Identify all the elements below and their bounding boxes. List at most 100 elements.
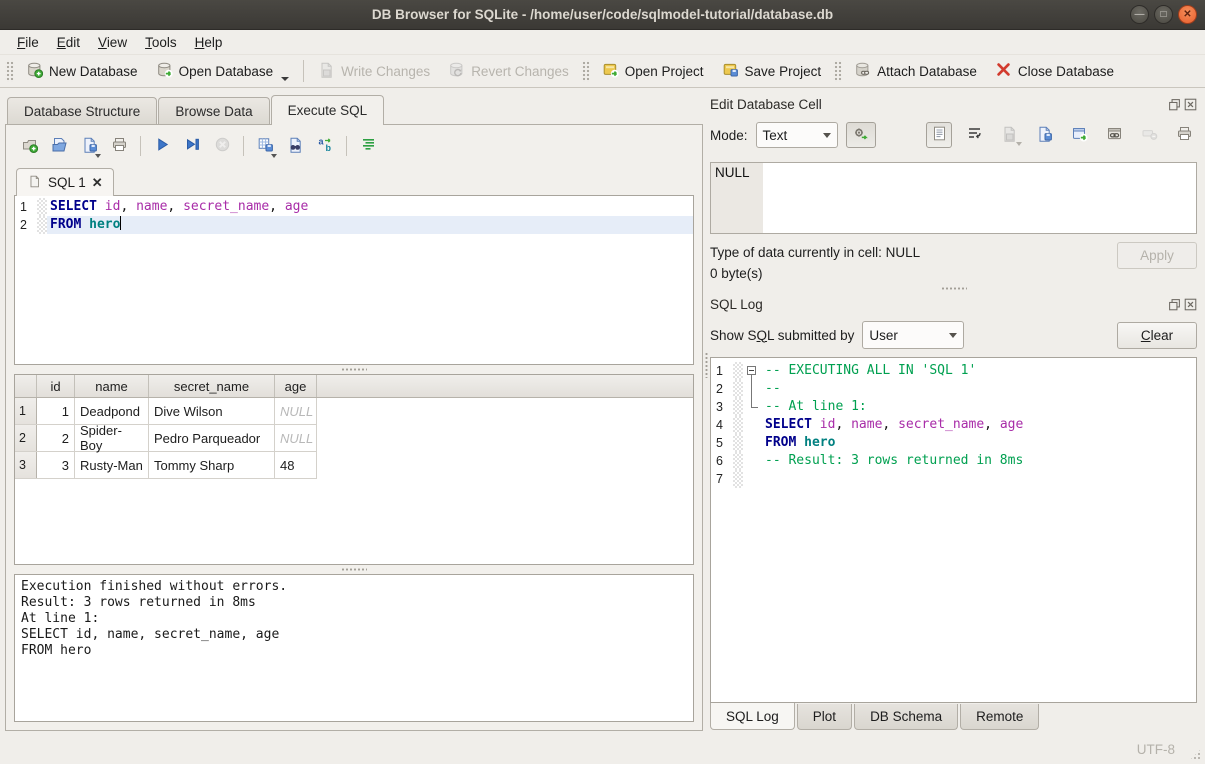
export-cell-button[interactable] bbox=[1066, 122, 1092, 148]
table-cell[interactable]: Deadpond bbox=[75, 398, 149, 424]
bottom-tab-remote[interactable]: Remote bbox=[960, 704, 1039, 730]
close-dock-icon[interactable] bbox=[1184, 298, 1197, 311]
link-button[interactable] bbox=[1101, 122, 1127, 148]
table-cell[interactable]: Tommy Sharp bbox=[149, 452, 275, 478]
fold-marker-icon[interactable] bbox=[747, 366, 756, 375]
table-cell[interactable]: 3 bbox=[37, 452, 75, 478]
table-cell[interactable]: NULL bbox=[275, 398, 317, 424]
auto-switch-mode-button[interactable] bbox=[846, 122, 876, 148]
toolbar-handle[interactable] bbox=[5, 60, 14, 82]
menu-edit[interactable]: Edit bbox=[48, 33, 89, 52]
results-message-splitter[interactable] bbox=[14, 565, 694, 574]
table-cell[interactable]: Dive Wilson bbox=[149, 398, 275, 424]
open-sql-button[interactable] bbox=[46, 133, 72, 159]
set-null-button[interactable] bbox=[1136, 122, 1162, 148]
log-filter-combobox[interactable]: User bbox=[862, 321, 964, 349]
open-project-button[interactable]: Open Project bbox=[593, 56, 713, 86]
bottom-tab-plot[interactable]: Plot bbox=[797, 704, 852, 730]
write-changes-button[interactable]: Write Changes bbox=[309, 56, 439, 86]
close-database-button[interactable]: Close Database bbox=[986, 56, 1123, 86]
column-header-name[interactable]: name bbox=[75, 375, 149, 397]
edit-cell-dock-header: Edit Database Cell bbox=[710, 93, 1197, 115]
table-cell[interactable]: NULL bbox=[275, 425, 317, 451]
close-dock-icon[interactable] bbox=[1184, 98, 1197, 111]
bottom-tab-sql-log[interactable]: SQL Log bbox=[710, 703, 795, 730]
close-button[interactable]: ✕ bbox=[1178, 5, 1197, 24]
format-sql-button[interactable] bbox=[355, 133, 381, 159]
print-button[interactable] bbox=[106, 133, 132, 159]
column-header-id[interactable]: id bbox=[37, 375, 75, 397]
sql-doc-tab[interactable]: SQL 1 ✕ bbox=[16, 168, 114, 196]
resize-grip-icon[interactable] bbox=[1189, 748, 1202, 761]
revert-changes-button[interactable]: Revert Changes bbox=[439, 56, 578, 86]
float-dock-icon[interactable] bbox=[1168, 98, 1181, 111]
close-tab-icon[interactable]: ✕ bbox=[92, 175, 103, 191]
execute-all-button[interactable] bbox=[149, 133, 175, 159]
editor-results-splitter[interactable] bbox=[14, 365, 694, 374]
sql-log-editor[interactable]: 1-- EXECUTING ALL IN 'SQL 1'2--3-- At li… bbox=[710, 357, 1197, 703]
apply-button[interactable]: Apply bbox=[1117, 242, 1197, 269]
find-button[interactable] bbox=[282, 133, 308, 159]
word-wrap-button[interactable] bbox=[961, 122, 987, 148]
encoding-indicator[interactable]: UTF-8 bbox=[1137, 742, 1175, 757]
row-header[interactable]: 1 bbox=[15, 398, 37, 424]
table-cell[interactable]: Spider-Boy bbox=[75, 425, 149, 451]
mode-combobox[interactable]: Text bbox=[756, 122, 838, 148]
line-number: 1 bbox=[15, 198, 37, 216]
table-cell[interactable]: Pedro Parqueador bbox=[149, 425, 275, 451]
main-tab-bar: Database StructureBrowse DataExecute SQL bbox=[5, 94, 703, 124]
execute-line-button[interactable] bbox=[179, 133, 205, 159]
title-bar[interactable]: DB Browser for SQLite - /home/user/code/… bbox=[0, 0, 1205, 30]
row-header[interactable]: 2 bbox=[15, 425, 37, 451]
table-cell[interactable]: 2 bbox=[37, 425, 75, 451]
tab-execute-sql[interactable]: Execute SQL bbox=[271, 95, 385, 125]
save-project-button[interactable]: Save Project bbox=[713, 56, 831, 86]
stop-button[interactable] bbox=[209, 133, 235, 159]
line-number: 3 bbox=[711, 398, 733, 416]
menu-tools[interactable]: Tools bbox=[136, 33, 186, 52]
minimize-button[interactable]: ― bbox=[1130, 5, 1149, 24]
import-cell-button[interactable] bbox=[996, 122, 1022, 148]
table-row[interactable]: 22Spider-BoyPedro ParqueadorNULL bbox=[15, 425, 317, 452]
dropdown-caret-icon[interactable] bbox=[95, 154, 101, 158]
menu-view[interactable]: View bbox=[89, 33, 136, 52]
save-results-button[interactable] bbox=[252, 133, 278, 159]
maximize-button[interactable]: □ bbox=[1154, 5, 1173, 24]
dropdown-caret-icon[interactable] bbox=[271, 154, 277, 158]
cell-value-editor[interactable]: NULL bbox=[710, 162, 1197, 234]
toolbar-handle[interactable] bbox=[581, 60, 590, 82]
tab-database-structure[interactable]: Database Structure bbox=[7, 97, 157, 124]
table-row[interactable]: 11DeadpondDive WilsonNULL bbox=[15, 398, 317, 425]
bottom-tab-db-schema[interactable]: DB Schema bbox=[854, 704, 958, 730]
table-cell[interactable]: 1 bbox=[37, 398, 75, 424]
table-row[interactable]: 33Rusty-ManTommy Sharp48 bbox=[15, 452, 317, 479]
attach-database-button[interactable]: Attach Database bbox=[845, 56, 986, 86]
new-database-button[interactable]: New Database bbox=[17, 56, 147, 86]
menu-file[interactable]: File bbox=[8, 33, 48, 52]
text-mode-button[interactable] bbox=[926, 122, 952, 148]
sql-editor[interactable]: 1SELECT id, name, secret_name, age2FROM … bbox=[14, 195, 694, 365]
dropdown-caret-icon[interactable] bbox=[281, 77, 289, 81]
new-tab-button[interactable] bbox=[16, 133, 42, 159]
open-database-button[interactable]: Open Database bbox=[147, 56, 299, 86]
row-header[interactable]: 3 bbox=[15, 452, 37, 478]
float-dock-icon[interactable] bbox=[1168, 298, 1181, 311]
table-cell[interactable]: Rusty-Man bbox=[75, 452, 149, 478]
panel-splitter[interactable] bbox=[703, 88, 710, 735]
save-sql-button[interactable] bbox=[76, 133, 102, 159]
column-header-secret_name[interactable]: secret_name bbox=[149, 375, 275, 397]
print-cell-button[interactable] bbox=[1171, 122, 1197, 148]
column-header-age[interactable]: age bbox=[275, 375, 317, 397]
clear-log-button[interactable]: Clear bbox=[1117, 322, 1197, 349]
results-table[interactable]: idnamesecret_nameage11DeadpondDive Wilso… bbox=[14, 374, 694, 565]
save-as-button[interactable] bbox=[1031, 122, 1057, 148]
replace-button[interactable]: ab bbox=[312, 133, 338, 159]
dock-splitter[interactable] bbox=[710, 284, 1197, 293]
toolbar-handle[interactable] bbox=[833, 60, 842, 82]
tab-browse-data[interactable]: Browse Data bbox=[158, 97, 269, 124]
table-cell[interactable]: 48 bbox=[275, 452, 317, 478]
menu-help[interactable]: Help bbox=[186, 33, 232, 52]
corner-header[interactable] bbox=[15, 375, 37, 397]
export-cell-icon bbox=[1071, 125, 1088, 145]
replace-icon: ab bbox=[317, 136, 334, 156]
